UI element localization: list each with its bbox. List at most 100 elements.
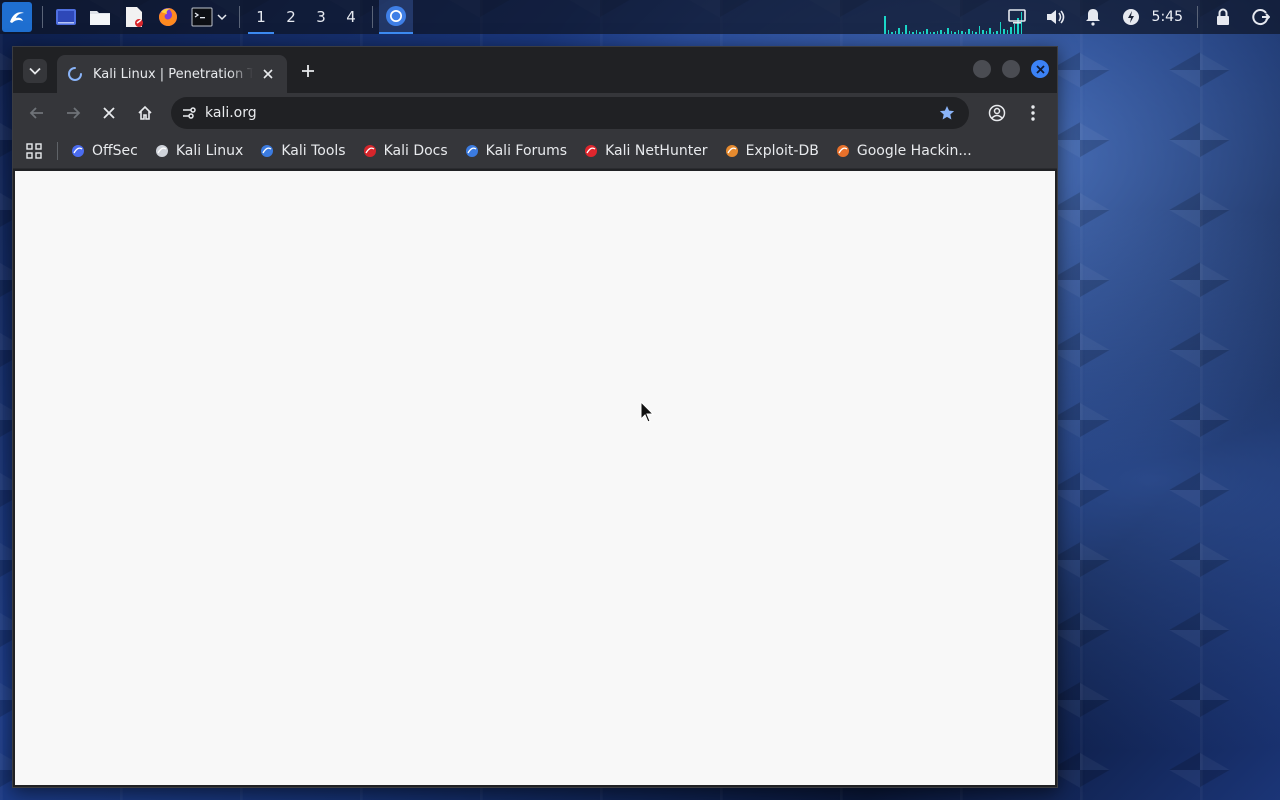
cpu-graph-bar — [940, 30, 942, 34]
bookmarks-bar: OffSec Kali Linux Kali Tools Kali Docs Kali … — [13, 133, 1057, 169]
address-text: kali.org — [205, 105, 257, 121]
cpu-graph-bar — [901, 32, 903, 34]
bookmark-kali-linux[interactable]: Kali Linux — [154, 143, 243, 159]
cpu-graph-bar — [947, 28, 949, 34]
bookmark-label: Kali Linux — [175, 142, 244, 159]
bookmark-star-icon[interactable] — [939, 104, 957, 122]
power-manager-icon[interactable] — [1118, 4, 1144, 30]
account-icon — [988, 104, 1006, 122]
workspace-1[interactable]: 1 — [246, 0, 276, 34]
bookmark-kali-docs[interactable]: Kali Docs — [362, 143, 448, 159]
back-button[interactable] — [23, 99, 51, 127]
kali-tools-icon — [259, 143, 275, 159]
workspace-3[interactable]: 3 — [306, 0, 336, 34]
menu-button[interactable] — [1019, 99, 1047, 127]
apps-grid-icon — [26, 142, 42, 159]
window-close-button[interactable] — [1031, 60, 1049, 78]
cpu-graph-bar — [957, 30, 959, 34]
cpu-graph-bar — [919, 32, 921, 34]
chromium-taskbar-button[interactable] — [379, 0, 413, 34]
cpu-graph-bar — [922, 31, 924, 34]
maximize-button[interactable] — [1002, 60, 1020, 78]
cpu-graph-bar — [894, 31, 896, 34]
plus-icon — [302, 65, 314, 77]
bookmark-offsec[interactable]: OffSec — [70, 143, 138, 159]
cpu-graph-bar — [950, 31, 952, 34]
logout-icon[interactable] — [1248, 4, 1274, 30]
close-icon — [1035, 64, 1045, 74]
cpu-graph-bar — [985, 31, 987, 34]
new-tab-button[interactable] — [297, 60, 319, 82]
cpu-graph-bar — [884, 16, 886, 34]
panel-separator — [42, 6, 43, 28]
kali-menu-icon[interactable] — [2, 2, 32, 32]
minimize-button[interactable] — [973, 60, 991, 78]
cpu-graph-bar — [912, 32, 914, 34]
cpu-graph-bar — [933, 32, 935, 34]
cpu-graph-bar — [898, 28, 900, 34]
panel-separator — [239, 6, 240, 28]
kebab-menu-icon — [1031, 105, 1035, 121]
cpu-graph-bar — [992, 32, 994, 34]
volume-icon[interactable] — [1042, 4, 1068, 30]
tab-search-button[interactable] — [23, 59, 47, 83]
bookmark-label: Exploit-DB — [745, 142, 819, 159]
workspace-2[interactable]: 2 — [276, 0, 306, 34]
forward-button[interactable] — [59, 99, 87, 127]
cpu-graph-bar — [961, 31, 963, 34]
cpu-graph-bar — [964, 32, 966, 34]
home-button[interactable] — [131, 99, 159, 127]
bookmark-label: Kali NetHunter — [605, 142, 708, 159]
page-content[interactable] — [15, 171, 1055, 785]
offsec-icon — [70, 143, 86, 159]
tab-close-button[interactable] — [259, 65, 277, 83]
nethunter-icon — [583, 143, 599, 159]
bookmark-kali-tools[interactable]: Kali Tools — [259, 142, 346, 159]
panel-separator — [1197, 6, 1198, 28]
terminal-icon[interactable] — [189, 4, 229, 30]
home-icon — [138, 105, 152, 120]
chevron-down-icon[interactable] — [217, 13, 227, 21]
cpu-graph-bar — [954, 32, 956, 34]
address-bar[interactable]: kali.org — [171, 97, 969, 129]
file-manager-icon[interactable] — [87, 4, 113, 30]
bookmark-google-hackin[interactable]: Google Hackin... — [835, 143, 972, 159]
bookmark-kali-nethunter[interactable]: Kali NetHunter — [583, 142, 708, 159]
cpu-graph-bar — [989, 28, 991, 34]
cpu-graph-bar — [982, 30, 984, 34]
exploit-db-icon — [724, 143, 740, 159]
apps-button[interactable] — [23, 140, 45, 162]
browser-window: Kali Linux | Penetration Testing and Eth… — [12, 46, 1058, 788]
browser-tab[interactable]: Kali Linux | Penetration Testing and Eth… — [57, 55, 287, 93]
kali-docs-icon — [362, 143, 378, 159]
ghdb-icon — [835, 143, 851, 159]
site-settings-icon[interactable] — [181, 105, 197, 121]
panel-separator — [372, 6, 373, 28]
mouse-cursor-icon — [640, 400, 655, 427]
bookmark-label: Kali Forums — [485, 142, 568, 159]
text-editor-icon[interactable] — [121, 4, 147, 30]
bookmark-label: Kali Tools — [281, 142, 346, 159]
lock-icon[interactable] — [1210, 4, 1236, 30]
cpu-graph-bar — [968, 29, 970, 34]
tab-strip: Kali Linux | Penetration Testing and Eth… — [13, 47, 1057, 93]
cpu-graph-bar — [943, 32, 945, 34]
notification-bell-icon[interactable] — [1080, 4, 1106, 30]
kali-dragon-icon — [154, 143, 170, 159]
system-tray: 5:45 — [998, 0, 1280, 34]
desktop-icon[interactable] — [53, 4, 79, 30]
arrow-right-icon — [67, 107, 81, 119]
workspace-4[interactable]: 4 — [336, 0, 366, 34]
clock[interactable]: 5:45 — [1152, 9, 1183, 25]
bookmark-kali-forums[interactable]: Kali Forums — [464, 143, 567, 159]
stop-loading-button[interactable] — [95, 99, 123, 127]
cpu-graph-bar — [936, 31, 938, 34]
chevron-down-icon — [29, 67, 41, 75]
display-icon[interactable] — [1004, 4, 1030, 30]
close-icon — [263, 69, 273, 79]
cpu-graph-bar — [978, 26, 980, 34]
arrow-left-icon — [29, 107, 43, 119]
bookmark-exploit-db[interactable]: Exploit-DB — [724, 143, 819, 159]
profile-button[interactable] — [983, 99, 1011, 127]
firefox-icon[interactable] — [155, 4, 181, 30]
